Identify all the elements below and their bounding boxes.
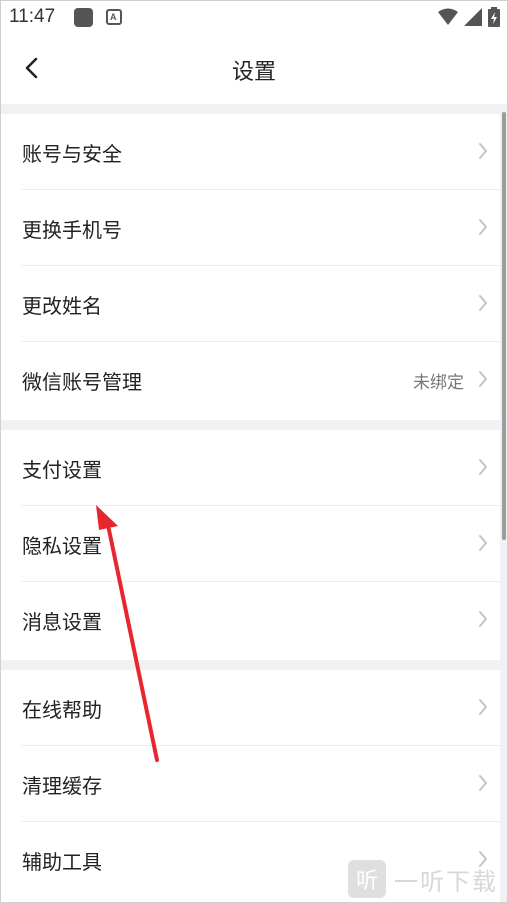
settings-item-label: 更换手机号 xyxy=(22,217,122,242)
settings-item-clear-cache[interactable]: 清理缓存 xyxy=(0,746,500,822)
chevron-right-icon xyxy=(479,371,487,387)
chevron-right-icon xyxy=(479,535,487,551)
system-icons xyxy=(438,7,500,27)
chevron-right-icon xyxy=(479,459,487,475)
settings-item-online-help[interactable]: 在线帮助 xyxy=(0,670,500,746)
app-notification-icon xyxy=(74,8,93,27)
chevron-right-icon xyxy=(479,143,487,159)
status-bar: 11:47 A xyxy=(0,0,508,34)
section-gap xyxy=(0,660,500,670)
settings-item-payment[interactable]: 支付设置 xyxy=(0,430,500,506)
settings-item-privacy[interactable]: 隐私设置 xyxy=(0,506,500,582)
chevron-right-icon xyxy=(479,219,487,235)
chevron-right-icon xyxy=(479,775,487,791)
settings-item-label: 账号与安全 xyxy=(22,141,122,166)
settings-section-preferences: 支付设置 隐私设置 消息设置 xyxy=(0,430,500,658)
wechat-binding-status: 未绑定 xyxy=(413,372,464,393)
chevron-right-icon xyxy=(479,295,487,311)
scrollbar-thumb[interactable] xyxy=(502,112,506,540)
settings-item-wechat-account[interactable]: 微信账号管理 未绑定 xyxy=(0,342,500,418)
signal-icon xyxy=(464,8,482,26)
status-time: 11:47 xyxy=(9,6,56,27)
settings-item-label: 在线帮助 xyxy=(22,697,102,722)
settings-item-change-phone[interactable]: 更换手机号 xyxy=(0,190,500,266)
settings-item-label: 清理缓存 xyxy=(22,773,102,798)
settings-item-label: 微信账号管理 xyxy=(22,369,142,394)
section-gap xyxy=(0,420,500,430)
font-notification-icon: A xyxy=(106,9,122,25)
settings-item-label: 隐私设置 xyxy=(22,533,102,558)
settings-item-account-security[interactable]: 账号与安全 xyxy=(0,114,500,190)
scrollbar-track[interactable] xyxy=(500,104,508,903)
watermark: 听 一听下载 xyxy=(348,857,498,901)
settings-item-label: 支付设置 xyxy=(22,457,102,482)
chevron-right-icon xyxy=(479,611,487,627)
wifi-icon xyxy=(438,8,458,25)
watermark-logo: 听 xyxy=(348,860,386,898)
settings-item-notifications[interactable]: 消息设置 xyxy=(0,582,500,658)
watermark-text: 一听下载 xyxy=(394,867,498,896)
settings-section-account: 账号与安全 更换手机号 更改姓名 微信账号管理 未绑定 xyxy=(0,114,500,418)
chevron-right-icon xyxy=(479,699,487,715)
battery-icon xyxy=(488,7,500,27)
settings-item-label: 消息设置 xyxy=(22,609,102,634)
settings-item-label: 辅助工具 xyxy=(22,849,102,874)
settings-item-label: 更改姓名 xyxy=(22,293,102,318)
nav-header: 设置 xyxy=(0,34,508,104)
settings-item-change-name[interactable]: 更改姓名 xyxy=(0,266,500,342)
page-title: 设置 xyxy=(231,60,276,85)
section-gap xyxy=(0,104,500,114)
